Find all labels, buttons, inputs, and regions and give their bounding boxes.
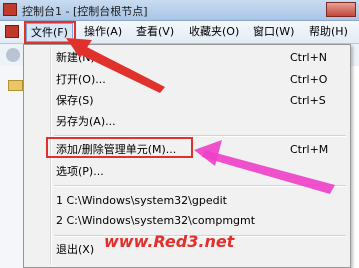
- magenta-arrow-head: [194, 140, 222, 166]
- watermark: www.Red3.net: [104, 232, 235, 251]
- magenta-arrow: [202, 150, 335, 194]
- annotation-arrows: [66, 38, 335, 194]
- red-arrow: [75, 43, 165, 93]
